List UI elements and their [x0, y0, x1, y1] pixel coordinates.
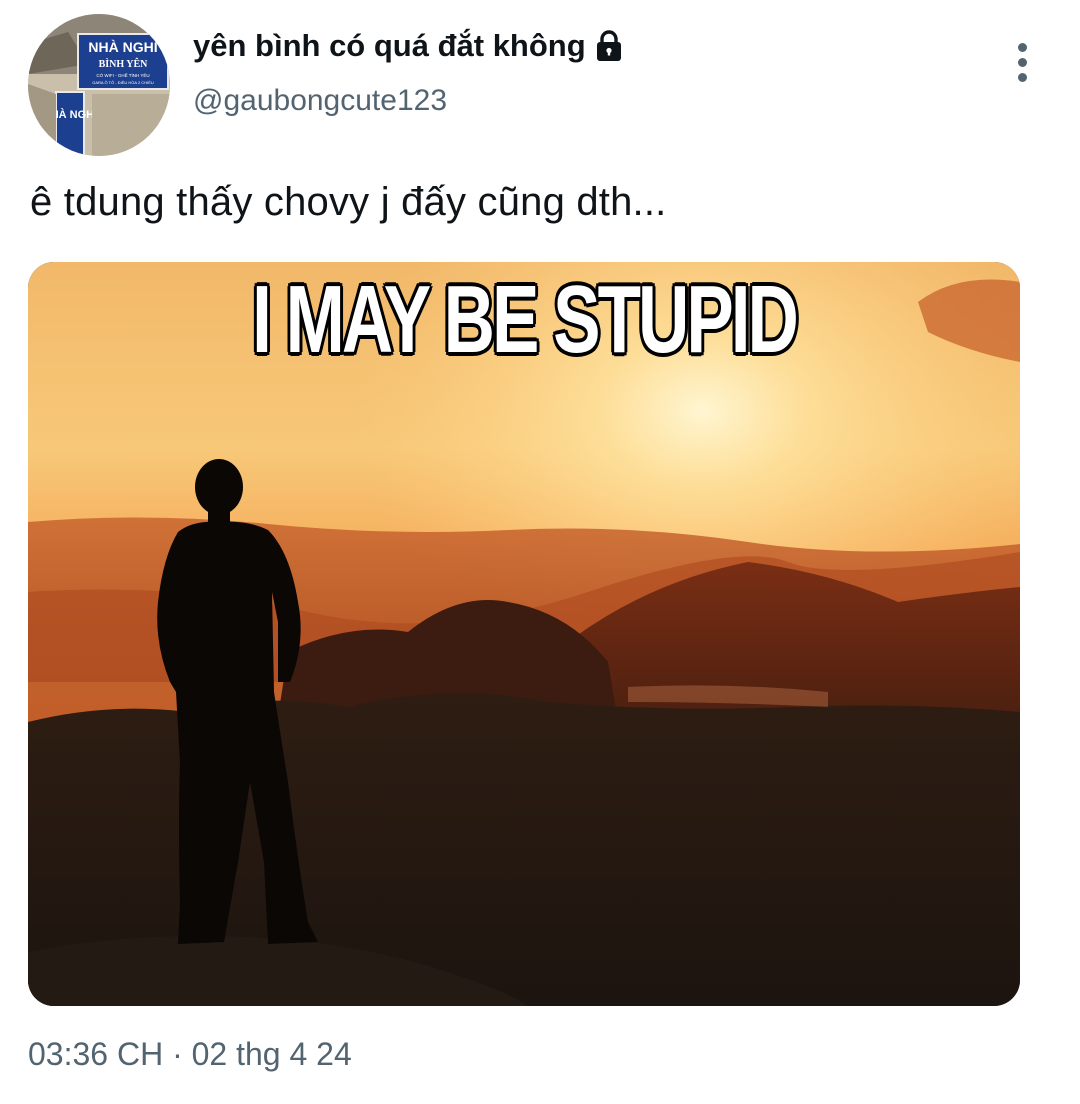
avatar-sign-line-1: NHÀ NGHỈ: [88, 39, 157, 55]
display-name-text: yên bình có quá đắt không: [193, 28, 586, 63]
avatar-sign-line-2: BÌNH YÊN: [99, 58, 149, 70]
tweet-text: ê tdung thấy chovy j đấy cũng dth...: [30, 180, 667, 224]
avatar[interactable]: NHÀ NGHỈ BÌNH YÊN CÓ WIFI - GHẾ TÌNH YÊU…: [28, 14, 170, 156]
avatar-image: NHÀ NGHỈ BÌNH YÊN CÓ WIFI - GHẾ TÌNH YÊU…: [28, 14, 170, 156]
user-handle[interactable]: @gaubongcute123: [193, 84, 447, 118]
lock-icon: [594, 29, 624, 63]
sunset-landscape-image: [28, 262, 1020, 1006]
tweet-media-image[interactable]: I MAY BE STUPID: [28, 262, 1020, 1006]
meme-caption: I MAY BE STUPID: [252, 266, 799, 373]
more-vertical-icon-dot: [1017, 72, 1027, 82]
more-vertical-icon: [1017, 42, 1027, 52]
more-options-button[interactable]: [1004, 40, 1040, 84]
more-vertical-icon-dot: [1017, 57, 1027, 67]
tweet-timestamp[interactable]: 03:36 CH · 02 thg 4 24: [28, 1036, 352, 1073]
avatar-sign-line-4: GARA Ô TÔ - ĐIỀU HÒA 2 CHIỀU: [92, 80, 154, 85]
avatar-sign-line-3: CÓ WIFI - GHẾ TÌNH YÊU: [96, 71, 149, 78]
display-name[interactable]: yên bình có quá đắt không: [193, 28, 624, 64]
